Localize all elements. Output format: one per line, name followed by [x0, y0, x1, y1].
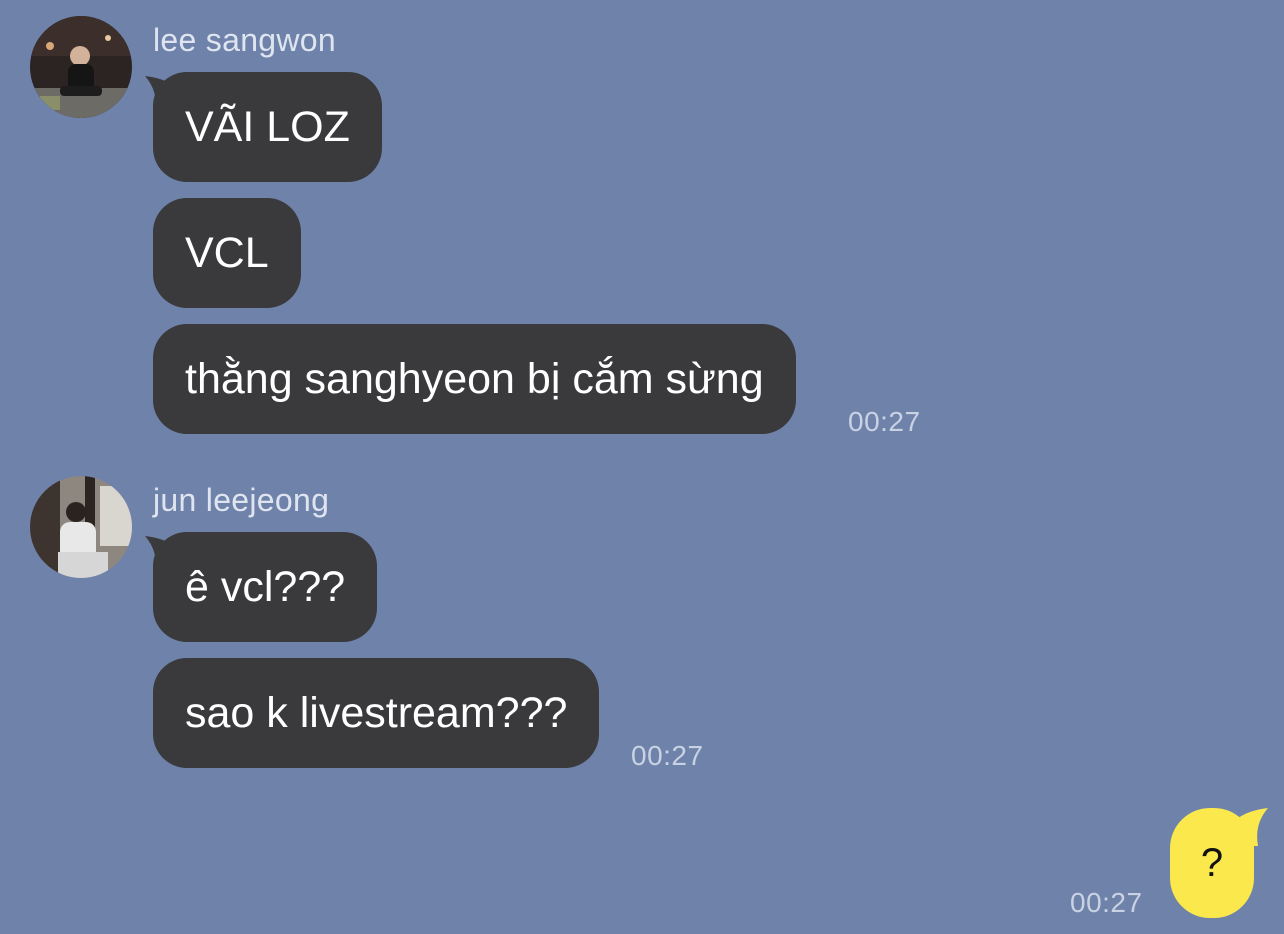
message-timestamp: 00:27	[631, 740, 704, 771]
avatar-jun-leejeong[interactable]	[30, 476, 132, 578]
outgoing-message-bubble[interactable]: ?	[1170, 808, 1254, 918]
message-bubble[interactable]: sao k livestream???	[153, 658, 600, 768]
message-timestamp: 00:27	[1070, 887, 1143, 918]
sender-name: lee sangwon	[153, 22, 336, 58]
message-bubble[interactable]: VCL	[153, 198, 301, 308]
sender-name: jun leejeong	[153, 482, 330, 518]
message-bubble[interactable]: ê vcl???	[153, 532, 378, 642]
avatar-lee-sangwon[interactable]	[30, 16, 132, 118]
message-bubble[interactable]: VÃI LOZ	[153, 72, 382, 182]
message-timestamp: 00:27	[848, 406, 921, 437]
message-bubble[interactable]: thằng sanghyeon bị cắm sừng	[153, 324, 796, 434]
